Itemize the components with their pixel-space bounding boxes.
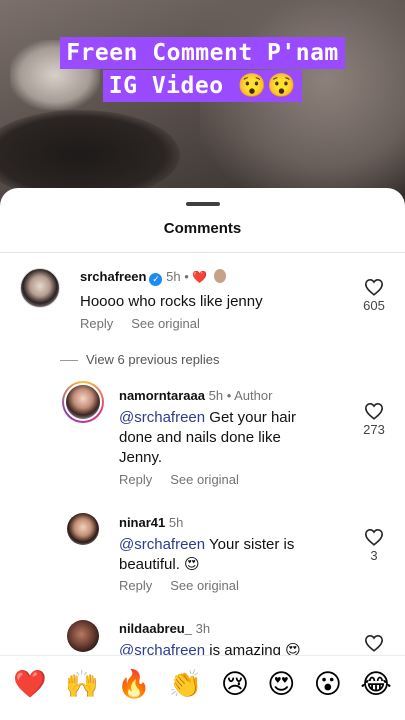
dot-separator: • [223, 388, 235, 403]
see-original-button[interactable]: See original [170, 578, 239, 593]
comment-header: srchafreen ✓ 5h • ❤️ [80, 269, 226, 286]
comment-text: Hoooo who rocks like jenny [80, 293, 263, 310]
like-count: 605 [363, 298, 385, 313]
video-shape [0, 110, 180, 200]
heart-outline-icon[interactable] [364, 278, 384, 296]
comments-sheet: Comments srchafreen ✓ 5h • ❤️ Hoooo who r… [0, 188, 405, 720]
like-count: 3 [370, 548, 378, 563]
comment-time: 5h [208, 388, 224, 403]
overlay-title-line1: Freen Comment P'nam [60, 37, 345, 69]
comment-text-line: done and nails done like [119, 429, 281, 446]
verified-icon: ✓ [149, 273, 163, 286]
see-original-button[interactable]: See original [170, 472, 239, 487]
mini-avatar-icon [213, 269, 226, 283]
avatar[interactable] [67, 513, 99, 545]
view-previous-replies[interactable]: View 6 previous replies [60, 352, 219, 367]
comment-text-line: Your sister is [205, 536, 295, 553]
comment-text: @srchafreen Get your hair done and nails… [119, 408, 349, 468]
comment-header: ninar41 5h [119, 515, 183, 530]
see-original-button[interactable]: See original [131, 316, 200, 331]
comment-text-line: Jenny. [119, 449, 163, 466]
heart-outline-icon[interactable] [364, 402, 384, 420]
comment-actions: Reply See original [119, 472, 257, 487]
comment-time: 5h [166, 269, 181, 284]
like-group: 605 [359, 278, 389, 313]
mention-link[interactable]: @srchafreen [119, 409, 205, 426]
avatar[interactable] [62, 381, 104, 423]
avatar-photo [64, 383, 102, 421]
comment: srchafreen ✓ 5h • ❤️ Hoooo who rocks like… [0, 188, 405, 348]
heart-outline-icon[interactable] [364, 528, 384, 546]
comment-text-line: Get your hair [205, 409, 296, 426]
username[interactable]: ninar41 [119, 515, 165, 530]
reply-line [60, 360, 78, 362]
emoji-heart-button[interactable]: ❤️ [13, 669, 47, 700]
like-group: 3 [359, 528, 389, 563]
overlay-title-line2: IG Video 😯😯 [102, 70, 303, 102]
username[interactable]: nildaabreu_ [119, 621, 192, 636]
comment-actions: Reply See original [80, 316, 218, 331]
username[interactable]: srchafreen [80, 269, 146, 284]
avatar[interactable] [20, 268, 60, 308]
emoji-reaction-bar: ❤️ 🙌 🔥 👏 😢 😍 😮 😂 [0, 655, 405, 713]
comment-text-line: beautiful. 😍 [119, 556, 200, 573]
reply-button[interactable]: Reply [80, 316, 113, 331]
dot-separator: • [180, 269, 193, 284]
overlay-title: IG Video 😯😯 [0, 70, 405, 102]
emoji-cry-button[interactable]: 😢 [221, 669, 249, 700]
like-group [359, 634, 389, 652]
reply-button[interactable]: Reply [119, 472, 152, 487]
reply-button[interactable]: Reply [119, 578, 152, 593]
emoji-fire-button[interactable]: 🔥 [117, 669, 151, 700]
emoji-raised-hands-button[interactable]: 🙌 [65, 669, 99, 700]
view-replies-label: View 6 previous replies [86, 352, 220, 367]
emoji-wow-button[interactable]: 😮 [314, 669, 342, 700]
like-group: 273 [359, 402, 389, 437]
heart-reaction-icon: ❤️ [192, 270, 208, 284]
heart-outline-icon[interactable] [364, 634, 384, 652]
bottom-input-strip [0, 712, 405, 720]
username[interactable]: namorntaraaa [119, 388, 205, 403]
emoji-clap-button[interactable]: 👏 [169, 669, 203, 700]
comment-header: namorntaraaa 5h • Author [119, 388, 272, 403]
avatar[interactable] [67, 620, 99, 652]
comment-time: 3h [195, 621, 211, 636]
like-count: 273 [363, 422, 385, 437]
comment-time: 5h [168, 515, 184, 530]
comment-actions: Reply See original [119, 578, 257, 593]
emoji-heart-eyes-button[interactable]: 😍 [267, 669, 295, 700]
author-badge: Author [234, 388, 273, 403]
comment-text: @srchafreen Your sister is beautiful. 😍 [119, 535, 349, 575]
mention-link[interactable]: @srchafreen [119, 536, 205, 553]
overlay-title: Freen Comment P'nam [0, 37, 405, 69]
emoji-laugh-button[interactable]: 😂 [360, 669, 392, 700]
comment-header: nildaabreu_ 3h [119, 621, 210, 636]
